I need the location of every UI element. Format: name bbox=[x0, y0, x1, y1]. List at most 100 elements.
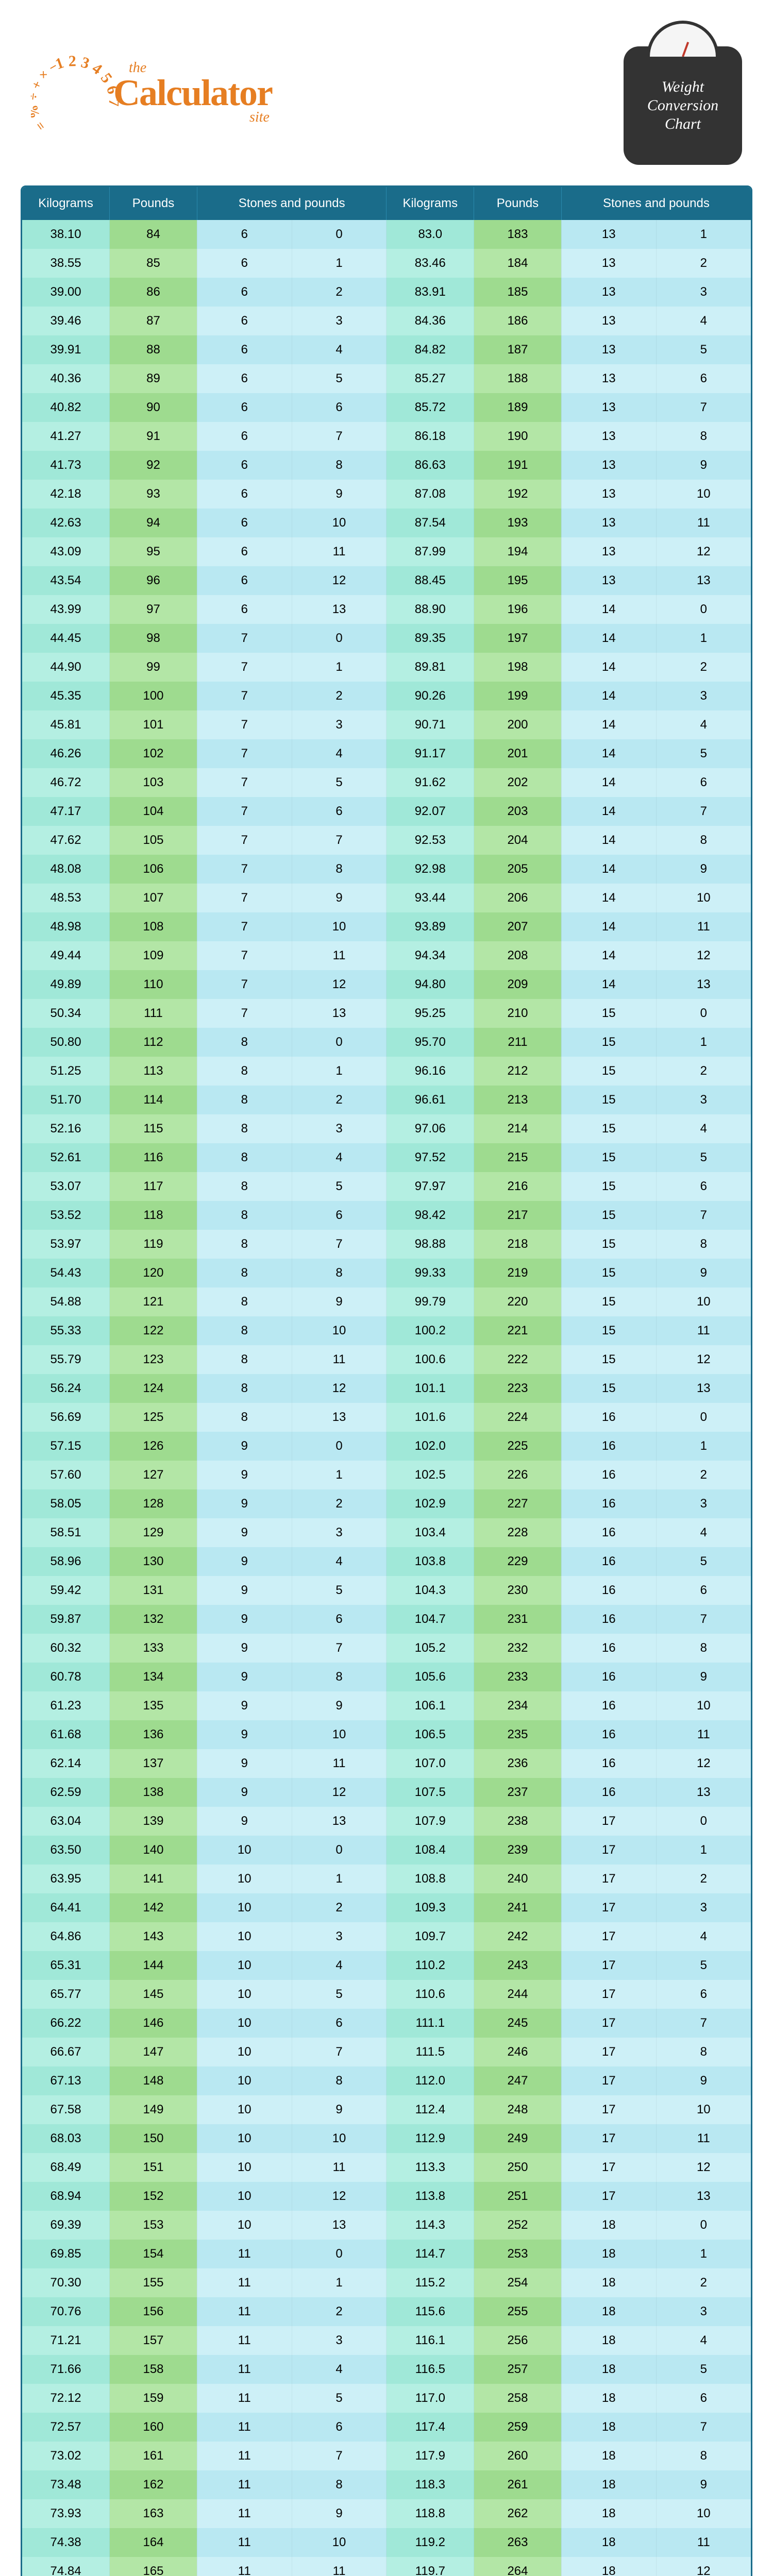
table-cell: 14 bbox=[561, 624, 656, 653]
table-row: 43.999761388.90196140 bbox=[22, 595, 751, 624]
table-cell: 83.0 bbox=[386, 220, 474, 249]
table-cell: 92.98 bbox=[386, 855, 474, 884]
table-cell: 1 bbox=[656, 624, 751, 653]
table-cell: 250 bbox=[474, 2153, 562, 2182]
table-cell: 1 bbox=[656, 1836, 751, 1865]
table-cell: 4 bbox=[656, 1518, 751, 1547]
table-cell: 227 bbox=[474, 1489, 562, 1518]
table-cell: 231 bbox=[474, 1605, 562, 1634]
table-row: 47.621057792.53204148 bbox=[22, 826, 751, 855]
table-cell: 103.4 bbox=[386, 1518, 474, 1547]
table-cell: 85 bbox=[110, 249, 197, 278]
table-cell: 6 bbox=[197, 509, 292, 537]
table-cell: 233 bbox=[474, 1663, 562, 1691]
table-cell: 52.61 bbox=[22, 1143, 110, 1172]
table-cell: 203 bbox=[474, 797, 562, 826]
table-cell: 160 bbox=[110, 2413, 197, 2442]
table-cell: 89.81 bbox=[386, 653, 474, 682]
table-cell: 13 bbox=[292, 1807, 386, 1836]
weight-scale-icon: Weight Conversion Chart bbox=[624, 21, 742, 165]
table-cell: 154 bbox=[110, 2240, 197, 2268]
table-cell: 7 bbox=[197, 941, 292, 970]
table-cell: 8 bbox=[197, 1403, 292, 1432]
table-cell: 46.72 bbox=[22, 768, 110, 797]
table-cell: 104.7 bbox=[386, 1605, 474, 1634]
table-cell: 61.23 bbox=[22, 1691, 110, 1720]
table-cell: 240 bbox=[474, 1865, 562, 1893]
table-cell: 14 bbox=[561, 653, 656, 682]
table-cell: 16 bbox=[561, 1634, 656, 1663]
table-cell: 7 bbox=[292, 2038, 386, 2066]
table-row: 64.86143103109.7242174 bbox=[22, 1922, 751, 1951]
table-cell: 11 bbox=[197, 2442, 292, 2470]
table-cell: 11 bbox=[197, 2413, 292, 2442]
table-cell: 93 bbox=[110, 480, 197, 509]
table-cell: 18 bbox=[561, 2528, 656, 2557]
table-cell: 6 bbox=[292, 2009, 386, 2038]
table-cell: 11 bbox=[656, 2124, 751, 2153]
table-cell: 108.4 bbox=[386, 1836, 474, 1865]
table-cell: 13 bbox=[561, 220, 656, 249]
table-cell: 102 bbox=[110, 739, 197, 768]
table-cell: 3 bbox=[656, 1893, 751, 1922]
table-row: 54.881218999.792201510 bbox=[22, 1287, 751, 1316]
table-cell: 107 bbox=[110, 884, 197, 912]
table-row: 50.801128095.70211151 bbox=[22, 1028, 751, 1057]
table-cell: 65.31 bbox=[22, 1951, 110, 1980]
table-cell: 17 bbox=[561, 2095, 656, 2124]
table-cell: 108 bbox=[110, 912, 197, 941]
table-cell: 4 bbox=[292, 1547, 386, 1576]
table-cell: 13 bbox=[292, 595, 386, 624]
table-row: 41.27916786.18190138 bbox=[22, 422, 751, 451]
table-cell: 8 bbox=[292, 451, 386, 480]
table-cell: 119.7 bbox=[386, 2557, 474, 2576]
table-cell: 101.6 bbox=[386, 1403, 474, 1432]
table-cell: 43.09 bbox=[22, 537, 110, 566]
table-cell: 11 bbox=[197, 2268, 292, 2297]
table-cell: 90.26 bbox=[386, 682, 474, 710]
table-cell: 218 bbox=[474, 1230, 562, 1259]
table-cell: 183 bbox=[474, 220, 562, 249]
table-cell: 8 bbox=[197, 1259, 292, 1287]
table-cell: 107.5 bbox=[386, 1778, 474, 1807]
table-cell: 7 bbox=[197, 653, 292, 682]
table-cell: 11 bbox=[197, 2557, 292, 2576]
table-row: 57.6012791102.5226162 bbox=[22, 1461, 751, 1489]
table-cell: 8 bbox=[197, 1086, 292, 1114]
table-cell: 4 bbox=[656, 1114, 751, 1143]
table-cell: 153 bbox=[110, 2211, 197, 2240]
table-row: 68.941521012113.82511713 bbox=[22, 2182, 751, 2211]
table-cell: 110.6 bbox=[386, 1980, 474, 2009]
table-cell: 97 bbox=[110, 595, 197, 624]
table-cell: 141 bbox=[110, 1865, 197, 1893]
table-row: 42.18936987.081921310 bbox=[22, 480, 751, 509]
table-cell: 202 bbox=[474, 768, 562, 797]
table-cell: 94 bbox=[110, 509, 197, 537]
table-cell: 6 bbox=[656, 364, 751, 393]
table-cell: 0 bbox=[292, 220, 386, 249]
table-cell: 146 bbox=[110, 2009, 197, 2038]
table-cell: 8 bbox=[656, 1634, 751, 1663]
table-cell: 17 bbox=[561, 1865, 656, 1893]
table-cell: 253 bbox=[474, 2240, 562, 2268]
table-row: 74.841651111119.72641812 bbox=[22, 2557, 751, 2576]
table-cell: 55.33 bbox=[22, 1316, 110, 1345]
table-cell: 10 bbox=[292, 2124, 386, 2153]
table-cell: 38.10 bbox=[22, 220, 110, 249]
table-cell: 6 bbox=[292, 1605, 386, 1634]
table-cell: 74.84 bbox=[22, 2557, 110, 2576]
table-cell: 15 bbox=[561, 1316, 656, 1345]
table-cell: 116 bbox=[110, 1143, 197, 1172]
table-cell: 11 bbox=[197, 2355, 292, 2384]
table-cell: 117 bbox=[110, 1172, 197, 1201]
table-cell: 13 bbox=[561, 509, 656, 537]
table-body: 38.10846083.018313138.55856183.461841323… bbox=[22, 220, 751, 2576]
table-cell: 205 bbox=[474, 855, 562, 884]
table-cell: 9 bbox=[656, 451, 751, 480]
table-cell: 10 bbox=[197, 1865, 292, 1893]
table-cell: 3 bbox=[656, 682, 751, 710]
table-cell: 9 bbox=[197, 1778, 292, 1807]
table-cell: 255 bbox=[474, 2297, 562, 2326]
table-cell: 6 bbox=[197, 451, 292, 480]
table-row: 62.59138912107.52371613 bbox=[22, 1778, 751, 1807]
